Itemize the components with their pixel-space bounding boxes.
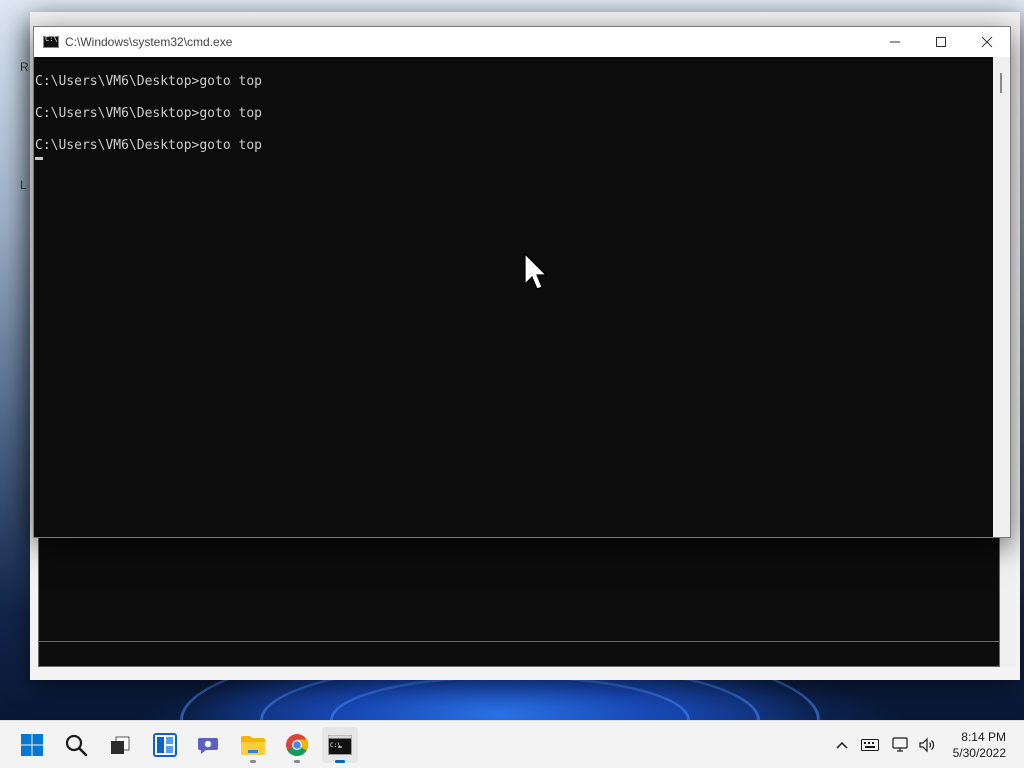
divider [39,641,999,642]
chat-button[interactable] [190,727,226,763]
chrome-button[interactable] [279,727,315,763]
chevron-up-icon [836,741,848,749]
chrome-icon [286,734,309,756]
background-console-area[interactable] [38,537,1000,667]
console-line: C:\Users\VM6\Desktop>goto top [35,106,262,121]
title-bar[interactable]: C:\Windows\system32\cmd.exe [34,27,1010,57]
running-indicator [294,760,300,763]
maximize-icon [936,37,946,47]
vertical-scrollbar[interactable] [993,57,1010,537]
keyboard-icon [861,739,879,751]
start-button[interactable] [14,727,50,763]
text-cursor [35,157,43,160]
clock-time: 8:14 PM [961,730,1006,744]
background-scrollbar[interactable] [1000,537,1016,667]
clock-date: 5/30/2022 [952,746,1006,760]
taskbar-clock[interactable]: 8:14 PM 5/30/2022 [953,729,1006,761]
volume-icon [919,737,935,753]
close-button[interactable] [964,27,1010,57]
mouse-pointer-icon [524,253,548,290]
maximize-button[interactable] [918,27,964,57]
search-icon [65,734,88,757]
console-line: C:\Users\VM6\Desktop>goto top [35,138,262,153]
volume-button[interactable] [916,721,938,768]
task-view-icon [111,736,130,754]
minimize-icon [890,41,900,43]
network-icon [892,737,908,752]
cmd-button[interactable]: C:\ [322,727,358,763]
cmd-icon: C:\ [328,735,352,755]
console-line: C:\Users\VM6\Desktop>goto top [35,74,262,89]
close-icon [981,36,993,48]
show-hidden-icons-button[interactable] [832,721,852,768]
cmd-window[interactable]: C:\Windows\system32\cmd.exe C:\Users\VM6… [33,26,1011,538]
windows-logo-icon [21,734,43,756]
taskbar: C:\ 8:14 PM 5/30/2022 [0,720,1024,768]
widgets-icon [153,733,177,757]
search-button[interactable] [58,727,94,763]
running-indicator [335,760,345,763]
widgets-button[interactable] [147,727,183,763]
file-explorer-button[interactable] [235,727,271,763]
running-indicator [250,760,256,763]
network-button[interactable] [891,721,911,768]
console-output[interactable]: C:\Users\VM6\Desktop>goto top C:\Users\V… [34,57,994,537]
folder-icon [241,736,265,755]
task-view-button[interactable] [102,727,138,763]
svg-text:C:\: C:\ [330,742,341,749]
teams-chat-icon [198,738,218,754]
input-indicator-button[interactable] [860,721,880,768]
scrollbar-thumb[interactable] [1000,73,1002,93]
window-title: C:\Windows\system32\cmd.exe [65,35,233,49]
background-window-edge-text: L [20,178,27,192]
background-window-edge-text: R [20,60,29,74]
minimize-button[interactable] [872,27,918,57]
cmd-icon[interactable] [43,35,59,48]
